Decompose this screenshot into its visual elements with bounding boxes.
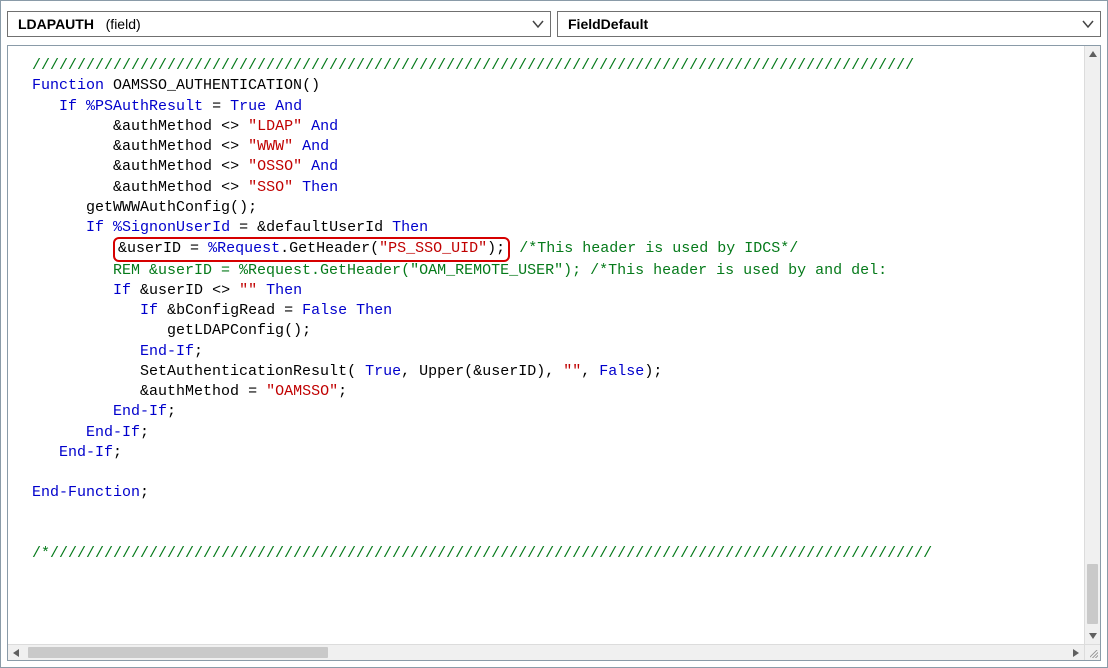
vertical-scroll-thumb[interactable]: [1087, 564, 1098, 624]
trailing-comment: /*//////////////////////////////////////…: [32, 545, 932, 562]
object-selector-bar: LDAPAUTH (field) FieldDefault: [1, 1, 1107, 43]
resize-grip-icon[interactable]: [1084, 644, 1100, 660]
rem-line: REM &userID = %Request.GetHeader("OAM_RE…: [113, 262, 887, 279]
code-content: ////////////////////////////////////////…: [32, 56, 1076, 564]
scroll-left-icon[interactable]: [8, 645, 24, 660]
scroll-up-icon[interactable]: [1085, 46, 1100, 62]
code-frame: ////////////////////////////////////////…: [7, 45, 1101, 661]
horizontal-scrollbar[interactable]: [8, 644, 1084, 660]
object-dropdown[interactable]: LDAPAUTH (field): [7, 11, 551, 37]
code-editor-window: LDAPAUTH (field) FieldDefault //////////…: [0, 0, 1108, 668]
event-dropdown-label: FieldDefault: [568, 16, 648, 32]
horizontal-scroll-thumb[interactable]: [28, 647, 328, 658]
scroll-down-icon[interactable]: [1085, 628, 1100, 644]
highlighted-line: &userID = %Request.GetHeader("PS_SSO_UID…: [113, 237, 510, 261]
chevron-down-icon: [1082, 19, 1094, 29]
code-editor[interactable]: ////////////////////////////////////////…: [8, 46, 1084, 644]
scroll-right-icon[interactable]: [1068, 645, 1084, 660]
chevron-down-icon: [532, 19, 544, 29]
comment-bar: ////////////////////////////////////////…: [32, 57, 914, 74]
event-dropdown[interactable]: FieldDefault: [557, 11, 1101, 37]
object-dropdown-label: LDAPAUTH (field): [18, 16, 141, 32]
vertical-scrollbar[interactable]: [1084, 46, 1100, 644]
